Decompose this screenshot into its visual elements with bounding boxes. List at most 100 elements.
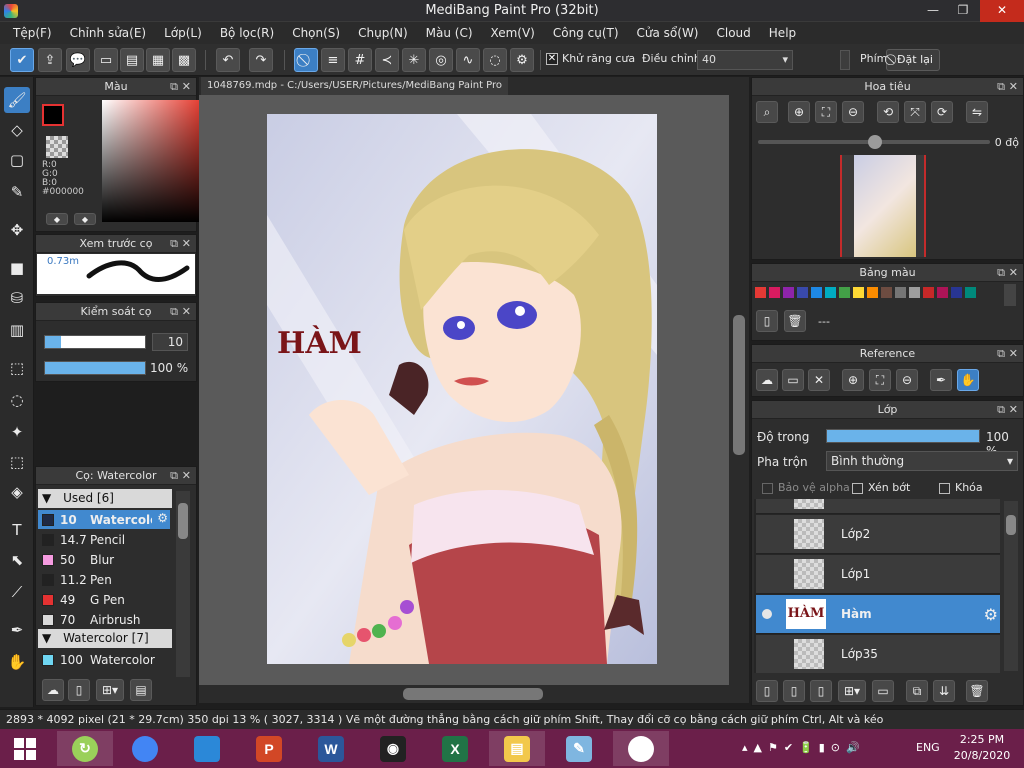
brush-item[interactable]: 50 Blur bbox=[38, 550, 170, 569]
flip-horizontal-icon[interactable]: ⇋ bbox=[966, 101, 988, 123]
layer-row-partial[interactable] bbox=[756, 499, 1000, 514]
brush-cloud-icon[interactable]: ☁ bbox=[42, 679, 64, 701]
select-tool-icon[interactable]: ⬚ bbox=[4, 355, 30, 381]
bucket-tool-icon[interactable]: ⛁ bbox=[4, 285, 30, 311]
brush-tool-icon[interactable]: 🖌 bbox=[4, 87, 30, 113]
close-icon[interactable]: ✕ bbox=[1009, 78, 1018, 96]
fit-screen-icon[interactable]: ⛶ bbox=[815, 101, 837, 123]
curve-snap-icon[interactable]: ∿ bbox=[456, 48, 480, 72]
select-pen-tool-icon[interactable]: ⬚ bbox=[4, 449, 30, 475]
system-tray-icons[interactable]: ▴▲⚑✔🔋▮⊙🔊 bbox=[742, 741, 866, 754]
layer-opacity-slider[interactable] bbox=[826, 429, 980, 443]
merge-layer-icon[interactable]: ⇊ bbox=[933, 680, 955, 702]
palette-swatch[interactable] bbox=[811, 287, 822, 298]
palette-swatch[interactable] bbox=[825, 287, 836, 298]
gradient-tool-icon[interactable]: ▥ bbox=[4, 317, 30, 343]
grid-edit-icon[interactable]: ▩ bbox=[172, 48, 196, 72]
undock-icon[interactable]: ⧉ bbox=[170, 303, 178, 321]
undock-icon[interactable]: ⧉ bbox=[997, 345, 1005, 363]
menu-cloud[interactable]: Cloud bbox=[708, 22, 760, 44]
language-indicator[interactable]: ENG bbox=[916, 741, 940, 754]
palette-swatch[interactable] bbox=[755, 287, 766, 298]
eyedrop-color-icon[interactable]: ◆ bbox=[74, 213, 96, 225]
new-color-layer-icon[interactable]: ▯ bbox=[783, 680, 805, 702]
brush-item[interactable]: 10Watercolor⚙ bbox=[38, 510, 170, 529]
new-layer-icon[interactable]: ▯ bbox=[756, 680, 778, 702]
taskbar-app[interactable]: ▤ bbox=[489, 731, 545, 766]
speech-bubble-icon[interactable]: 💬 bbox=[66, 48, 90, 72]
layer-settings-gear-icon[interactable]: ⚙ bbox=[984, 605, 998, 624]
palette-swatch[interactable] bbox=[783, 287, 794, 298]
blend-mode-select[interactable]: Bình thường ▾ bbox=[826, 451, 1018, 471]
upload-icon[interactable]: ⇪ bbox=[38, 48, 62, 72]
concentric-icon[interactable]: ◎ bbox=[429, 48, 453, 72]
undock-icon[interactable]: ⧉ bbox=[170, 467, 178, 485]
taskbar-app[interactable]: ✎ bbox=[551, 731, 607, 766]
hand-tool-icon[interactable]: ✋ bbox=[4, 649, 30, 675]
close-icon[interactable]: ✕ bbox=[182, 235, 191, 253]
canvas-vscroll-thumb[interactable] bbox=[733, 315, 745, 455]
palette-swatch[interactable] bbox=[909, 287, 920, 298]
rectangle-tool-icon[interactable]: ▢ bbox=[4, 147, 30, 173]
grid-snap-icon[interactable]: # bbox=[348, 48, 372, 72]
select-eraser-tool-icon[interactable]: ◈ bbox=[4, 479, 30, 505]
minimize-button[interactable]: — bbox=[918, 0, 948, 22]
reference-eyedropper-icon[interactable]: ✒ bbox=[930, 369, 952, 391]
navigator-thumbnail[interactable] bbox=[840, 155, 926, 257]
brush-size-value[interactable]: 10 bbox=[152, 333, 188, 351]
layer-folder-icon[interactable]: ▭ bbox=[872, 680, 894, 702]
comment-icon[interactable]: ▭ bbox=[94, 48, 118, 72]
undock-icon[interactable]: ⧉ bbox=[170, 78, 178, 96]
artwork[interactable]: HÀM bbox=[199, 95, 729, 685]
rotate-right-icon[interactable]: ⟳ bbox=[931, 101, 953, 123]
close-icon[interactable]: ✕ bbox=[1009, 345, 1018, 363]
brush-item[interactable]: 11.2 Pen bbox=[38, 570, 170, 589]
brush-item-watercolor-group[interactable]: 100 Watercolor bbox=[38, 650, 170, 669]
reference-hand-icon[interactable]: ✋ bbox=[957, 369, 979, 391]
undo-icon[interactable]: ↶ bbox=[216, 48, 240, 72]
new-halftone-layer-icon[interactable]: ▯ bbox=[810, 680, 832, 702]
brush-group-used[interactable]: ▼ Used [6] bbox=[38, 489, 172, 508]
antialias-checkbox[interactable]: ✕ bbox=[546, 53, 558, 65]
rotate-left-icon[interactable]: ⟲ bbox=[877, 101, 899, 123]
palette-swatch[interactable] bbox=[867, 287, 878, 298]
lasso-tool-icon[interactable]: ◌ bbox=[4, 387, 30, 413]
menu-help[interactable]: Help bbox=[760, 22, 805, 44]
menu-snap[interactable]: Chụp(N) bbox=[349, 22, 417, 44]
divide-tool-icon[interactable]: ⟋ bbox=[4, 579, 30, 605]
layer-scroll-thumb[interactable] bbox=[1006, 515, 1016, 535]
rotate-reset-icon[interactable]: ⤧ bbox=[904, 101, 926, 123]
clock[interactable]: 2:25 PM 20/8/2020 bbox=[951, 732, 1013, 764]
zoom-in-icon[interactable]: ⊕ bbox=[788, 101, 810, 123]
brush-list-scroll-thumb[interactable] bbox=[178, 503, 188, 539]
close-icon[interactable]: ✕ bbox=[182, 78, 191, 96]
close-icon[interactable]: ✕ bbox=[182, 467, 191, 485]
snap-off-icon[interactable]: ⃠ bbox=[294, 48, 318, 72]
close-icon[interactable]: ✕ bbox=[1009, 401, 1018, 419]
fill-rect-tool-icon[interactable]: ■ bbox=[4, 255, 30, 281]
operation-tool-icon[interactable]: ⬉ bbox=[4, 547, 30, 573]
rotation-slider[interactable] bbox=[758, 135, 990, 149]
menu-view[interactable]: Xem(V) bbox=[482, 22, 544, 44]
taskbar-app[interactable]: X bbox=[427, 731, 483, 766]
brush-opacity-slider[interactable] bbox=[44, 361, 146, 375]
reference-zoom-in-icon[interactable]: ⊕ bbox=[842, 369, 864, 391]
close-icon[interactable]: ✕ bbox=[1009, 264, 1018, 282]
palette-scrollbar[interactable] bbox=[1004, 284, 1016, 306]
parallel-snap-icon[interactable]: ≡ bbox=[321, 48, 345, 72]
palette-delete-icon[interactable]: 🗑 bbox=[784, 310, 806, 332]
menu-color[interactable]: Màu (C) bbox=[417, 22, 482, 44]
transparent-color-swatch[interactable] bbox=[46, 136, 68, 158]
canvas-vertical-scrollbar[interactable] bbox=[729, 95, 749, 685]
correction-select[interactable]: 40 ▾ bbox=[697, 50, 793, 70]
lock-checkbox[interactable] bbox=[939, 483, 950, 494]
settings-gear-icon[interactable]: ⚙ bbox=[510, 48, 534, 72]
reference-folder-icon[interactable]: ▭ bbox=[782, 369, 804, 391]
radial-line-icon[interactable]: ✳ bbox=[402, 48, 426, 72]
zoom-out-icon[interactable]: ⊖ bbox=[842, 101, 864, 123]
brush-item[interactable]: 14.7 Pencil bbox=[38, 530, 170, 549]
redo-icon[interactable]: ↷ bbox=[249, 48, 273, 72]
taskbar-app[interactable]: P bbox=[241, 731, 297, 766]
eraser-tool-icon[interactable]: ◇ bbox=[4, 117, 30, 143]
palette-swatch[interactable] bbox=[797, 287, 808, 298]
